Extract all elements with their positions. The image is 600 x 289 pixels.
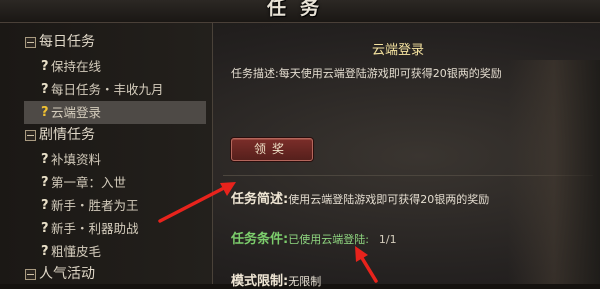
- quest-marker-icon: ?: [41, 221, 49, 236]
- quest-item-label: 新手・利器助战: [51, 221, 139, 236]
- quest-marker-icon: ?: [41, 175, 49, 190]
- quest-item-fill-profile[interactable]: ? 补填资料: [18, 148, 210, 171]
- quest-marker-icon: ?: [41, 244, 49, 259]
- quest-marker-icon: ?: [41, 82, 49, 97]
- quest-item-newbie-weapon[interactable]: ? 新手・利器助战: [18, 217, 210, 240]
- quest-marker-icon: ?: [41, 105, 49, 120]
- collapse-icon[interactable]: [25, 130, 36, 141]
- window-title: 任务: [266, 0, 333, 19]
- limit-label: 模式限制:: [231, 274, 289, 289]
- quest-item-label: 粗懂皮毛: [51, 244, 102, 259]
- quest-item-label: 保持在线: [51, 59, 102, 74]
- quest-item-basics[interactable]: ? 粗懂皮毛: [18, 240, 210, 263]
- quest-list-sidebar: 每日任务 ? 保持在线 ? 每日任务・丰收九月 ? 云端登录 剧情任务 ? 补填…: [0, 23, 213, 284]
- quest-item-label: 新手・胜者为王: [51, 198, 139, 213]
- category-daily-quests[interactable]: 每日任务: [18, 31, 210, 55]
- quest-marker-icon: ?: [41, 198, 49, 213]
- category-label: 每日任务: [39, 34, 95, 50]
- quest-item-cloud-login[interactable]: ? 云端登录: [24, 101, 206, 124]
- quest-condition: 任务条件:已使用云端登陆: 1/1: [231, 228, 397, 247]
- quest-item-stay-online[interactable]: ? 保持在线: [18, 55, 210, 78]
- category-popular-events[interactable]: 人气活动: [18, 263, 210, 287]
- condition-label: 任务条件:: [231, 232, 289, 247]
- quest-item-label: 第一章：入世: [51, 175, 127, 190]
- category-story-quests[interactable]: 剧情任务: [18, 124, 210, 148]
- summary-text: 使用云端登陆游戏即可获得20银两的奖励: [288, 193, 490, 206]
- limit-text: 无限制: [288, 275, 322, 288]
- quest-item-label: 每日任务・丰收九月: [51, 82, 164, 97]
- quest-item-chapter-one[interactable]: ? 第一章：入世: [18, 171, 210, 194]
- category-label: 剧情任务: [39, 127, 95, 143]
- mode-restriction: 模式限制:无限制: [231, 270, 321, 289]
- quest-item-newbie-victor[interactable]: ? 新手・胜者为王: [18, 194, 210, 217]
- quest-title: 云端登录: [371, 43, 424, 58]
- quest-marker-icon: ?: [41, 152, 49, 167]
- condition-progress: 1/1: [378, 233, 397, 246]
- quest-description: 任务描述:每天使用云端登陆游戏即可获得20银两的奖励: [231, 67, 502, 80]
- category-label: 人气活动: [39, 266, 95, 282]
- quest-marker-icon: ?: [41, 59, 49, 74]
- claim-reward-button[interactable]: 领奖: [231, 138, 313, 161]
- quest-window: 任务 每日任务 ? 保持在线 ? 每日任务・丰收九月 ? 云端登录 剧情任务 ?…: [0, 0, 600, 289]
- quest-item-label: 补填资料: [51, 152, 102, 167]
- quest-summary: 任务简述:使用云端登陆游戏即可获得20银两的奖励: [231, 188, 489, 207]
- character-artwork: [508, 60, 600, 284]
- collapse-icon[interactable]: [25, 269, 36, 280]
- condition-text: 已使用云端登陆:: [288, 233, 369, 246]
- title-bar: 任务: [0, 0, 600, 23]
- collapse-icon[interactable]: [25, 37, 36, 48]
- quest-item-label: 云端登录: [51, 105, 102, 120]
- summary-label: 任务简述:: [231, 192, 289, 207]
- quest-item-daily-harvest[interactable]: ? 每日任务・丰收九月: [18, 78, 210, 101]
